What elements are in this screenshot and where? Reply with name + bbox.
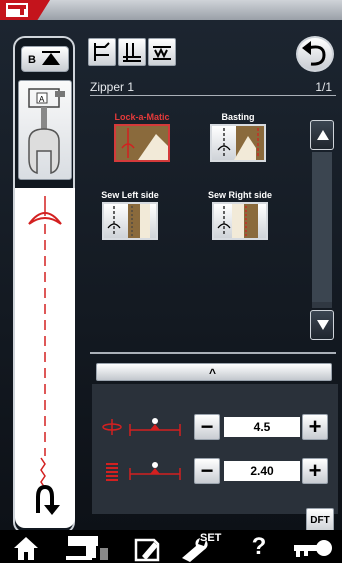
page-indicator: 1/1 [315,80,332,94]
width-plus-button[interactable]: + [302,414,328,440]
width-position-icon [129,418,181,436]
needle-stop-button[interactable]: B [21,46,69,72]
settings-collapse-button[interactable]: ^ [96,363,332,381]
file-icon[interactable] [128,532,168,562]
stitch-settings: − 4.5 + − 2.40 + [92,384,338,514]
width-value-field: 4.5 [224,417,300,437]
settings-label: SET [200,532,222,544]
reverse-icon[interactable] [30,483,60,521]
stitch-option-label: Sew Right side [207,190,272,200]
divider [90,352,336,354]
needle-up-icon [42,53,60,65]
sew-right-side-icon [212,202,268,240]
stitch-list-scrollbar[interactable] [310,120,334,360]
tab-pattern[interactable] [148,38,176,66]
lock-a-matic-icon [114,124,170,162]
needle-position-icon [123,43,141,62]
stitch-option-lock-a-matic[interactable]: Lock-a-Matic [96,102,188,162]
stitch-option-label: Lock-a-Matic [114,112,170,122]
scroll-thumb[interactable] [312,152,332,302]
scroll-up-button[interactable] [310,120,334,150]
stitch-option-sew-left-side[interactable]: Sew Left side [84,180,176,240]
top-status-strip [0,0,342,20]
stitch-width-row: − 4.5 + [92,412,338,442]
settings-button[interactable]: SET [178,532,228,562]
stitch-option-label: Basting [221,112,255,122]
stitch-option-sew-right-side[interactable]: Sew Right side [194,180,286,240]
tab-stitch-adjust[interactable] [88,38,116,66]
sew-left-side-icon [102,202,158,240]
bottom-toolbar: SET ? [0,530,342,563]
left-column: B A [13,36,75,534]
length-plus-button[interactable]: + [302,458,328,484]
stitch-option-label: Sew Left side [101,190,159,200]
back-arrow-icon [302,41,326,66]
arrow-down-icon [317,320,329,330]
pattern-icon [153,46,171,60]
stitch-length-row: − 2.40 + [92,456,338,486]
stitch-length-icon [106,463,118,481]
length-position-icon [129,462,181,480]
svg-text:A: A [39,95,45,104]
pattern-title: Zipper 1 [90,80,135,94]
arrow-up-icon [317,130,329,140]
stitch-option-basting[interactable]: Basting [192,102,284,162]
sewing-machine-icon [6,3,28,17]
width-minus-button[interactable]: − [194,414,220,440]
main-panel: B A Zipper 1 1/1 Lock-a-Matic Basting Se… [0,20,342,534]
back-button[interactable] [296,36,334,72]
stitch-width-icon [102,419,122,435]
pattern-title-bar: Zipper 1 1/1 [90,80,336,96]
stitch-preview [15,188,75,528]
sewing-mode-icon[interactable] [62,532,112,562]
home-icon[interactable] [6,532,46,562]
caret-up-icon: ^ [209,366,217,380]
tab-needle-position[interactable] [118,38,146,66]
basting-icon [210,124,266,162]
lock-key-icon[interactable] [290,532,336,562]
stitch-preview-graphic [28,196,62,489]
presser-foot-indicator: A [18,80,72,180]
length-minus-button[interactable]: − [194,458,220,484]
scroll-down-button[interactable] [310,310,334,340]
presser-foot-icon: A [28,88,65,174]
stitch-adjust-icon [94,42,110,61]
help-button[interactable]: ? [244,532,274,562]
needle-stop-label: B [28,54,36,66]
length-value-field: 2.40 [224,461,300,481]
